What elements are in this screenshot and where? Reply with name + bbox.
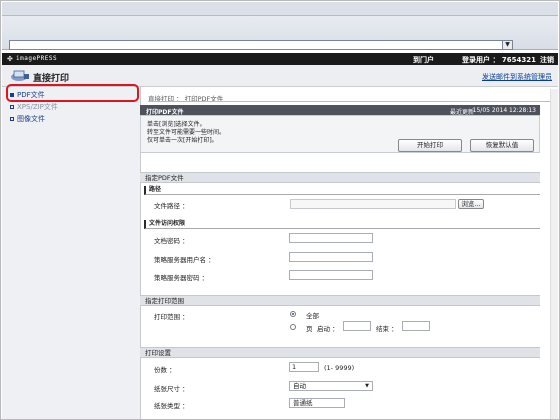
brand-logo-icon: ✤ [7,55,13,63]
browse-button[interactable]: 浏览... [458,199,484,209]
sidebar-item-xps[interactable]: XPS/ZIP文件 [10,102,58,112]
chevron-down-icon[interactable]: ▼ [502,41,512,49]
app-window: ▼ ✤ imagePRESS 到门户 登录用户 ： 7654321 注销 直接打… [0,0,560,420]
policy-user-field[interactable] [289,252,373,262]
range-section-header: 指定打印范围 [140,295,540,306]
sidebar-item-label: XPS/ZIP文件 [17,103,58,111]
brand-name: imagePRESS [16,55,58,62]
policy-password-field[interactable] [289,270,373,280]
updated-date: 15/05 2014 12:28:13 [472,107,536,114]
sidebar-item-image[interactable]: 图像文件 [10,114,45,124]
access-subheader: 文件访问权限 [144,220,540,229]
bullet-icon [10,117,14,121]
range-end-field[interactable] [402,321,430,331]
copies-hint: (1- 9999) [324,364,355,372]
file-section-header: 指定PDF文件 [140,172,540,183]
brand-bar: ✤ imagePRESS 到门户 登录用户 ： 7654321 注销 [2,53,558,65]
page-title: 直接打印 [33,74,70,84]
paper-size-value: 自动 [293,382,306,390]
start-print-button[interactable]: 开始打印 [398,139,462,152]
file-path-label: 文件路径 ： [154,202,189,210]
address-bar[interactable]: ▼ [9,40,513,50]
sidebar: PDF文件 XPS/ZIP文件 图像文件 [2,87,141,419]
policy-password-label: 策略服务器密码 ： [154,274,209,282]
range-start-label: 启动 ： [317,325,339,333]
policy-user-label: 策略服务器用户名 ： [154,256,215,264]
print-settings-header: 打印设置 [140,347,540,358]
login-user: 登录用户 ： 7654321 [462,56,536,64]
range-all-radio[interactable] [290,311,296,317]
divider [148,101,550,102]
paper-type-select[interactable]: 普通纸 [289,398,345,408]
print-range-label: 打印范围 ： [154,313,189,321]
app-area: ✤ imagePRESS 到门户 登录用户 ： 7654321 注销 直接打印 … [2,53,558,419]
restore-defaults-button[interactable]: 恢复默认值 [470,139,534,152]
instruction-panel: 单击[浏览]选择文件。 转至文件可能需要一些时间。 仅可单击一次[开始打印]。 … [140,115,540,153]
copies-label: 份数 ： [154,366,176,374]
paper-size-label: 纸张尺寸 ： [154,385,189,393]
copies-field[interactable]: 1 [289,362,319,372]
range-end-label: 结束 ： [376,325,398,333]
document-password-label: 文档密码 ： [154,237,189,245]
printer-icon [11,70,29,81]
highlight-annotation [6,84,139,102]
range-pages-label: 页 [306,325,313,333]
range-pages-radio[interactable] [290,324,296,330]
path-subheader: 路径 [144,186,540,195]
paper-size-select[interactable]: 自动 ▼ [289,381,373,391]
instruction-line: 仅可单击一次[开始打印]。 [147,137,218,144]
portal-link[interactable]: 到门户 [413,55,434,65]
range-start-field[interactable] [343,321,371,331]
send-mail-link[interactable]: 发送邮件到系统管理员 [482,72,552,82]
paper-type-value: 普通纸 [293,399,313,407]
file-path-field[interactable] [290,199,456,209]
bullet-icon [10,105,14,109]
sidebar-item-label: 图像文件 [17,115,45,123]
logout-link[interactable]: 注销 [540,55,554,65]
scrollbar[interactable] [550,89,558,419]
panel-header: 打印PDF文件 最近更新 15/05 2014 12:28:13 [140,105,540,116]
range-all-label: 全部 [306,312,319,320]
browser-toolbar [2,2,558,16]
chevron-down-icon: ▼ [365,383,369,389]
browser-chrome: ▼ [2,2,558,50]
main-content: 直接打印 ： 打印PDF文件 打印PDF文件 最近更新 15/05 2014 1… [140,89,550,419]
document-password-field[interactable] [289,233,373,243]
paper-type-label: 纸张类型 ： [154,402,189,410]
